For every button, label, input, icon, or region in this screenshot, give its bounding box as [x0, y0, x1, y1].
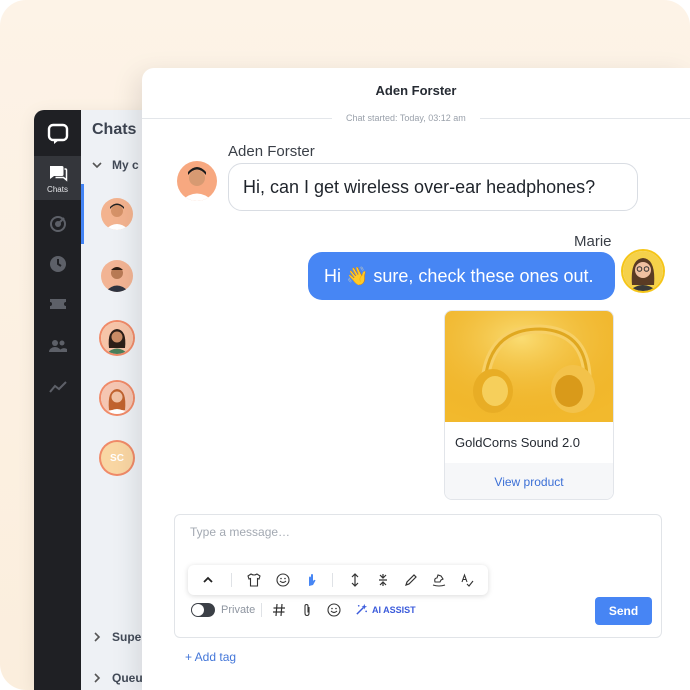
avatar: [101, 198, 133, 230]
message-composer: Type a message… Private AI ASSIST Send: [174, 514, 662, 638]
divider: [332, 573, 333, 587]
paperclip-icon: [304, 603, 310, 617]
tshirt-icon: [247, 573, 261, 587]
rocking-horse-icon: [432, 574, 446, 587]
private-toggle[interactable]: [191, 603, 215, 617]
product-button[interactable]: [244, 570, 264, 590]
smiley-icon: [327, 603, 341, 617]
smiley-icon: [276, 573, 290, 587]
divider-line: [479, 117, 690, 119]
section-queued-label: Queu: [112, 671, 143, 685]
chat-started-divider: Chat started: Today, 03:12 am: [142, 110, 690, 126]
formatting-toolbar: [188, 565, 488, 595]
ai-assist-button[interactable]: AI ASSIST: [355, 603, 416, 616]
chevron-right-icon: [94, 632, 101, 642]
clock-icon: [49, 256, 66, 272]
nav-tickets[interactable]: [34, 282, 81, 326]
collapse-vertical-icon: [379, 574, 387, 586]
divider: [231, 573, 232, 587]
attach-button[interactable]: [299, 602, 315, 618]
ticket-icon: [49, 299, 66, 309]
avatar-initials-text: SC: [110, 452, 124, 464]
chat-header-title: Aden Forster: [375, 82, 457, 98]
nav-team[interactable]: [34, 324, 81, 368]
canned-response-button[interactable]: [271, 602, 287, 618]
composer-actions: Private AI ASSIST Send: [175, 595, 661, 625]
divider-line: [142, 117, 332, 119]
chat-started-text: Chat started: Today, 03:12 am: [346, 113, 466, 123]
app-logo-icon: [47, 123, 69, 144]
emoji-picker-button[interactable]: [326, 602, 342, 618]
divider: [261, 603, 262, 617]
expand-button[interactable]: [345, 570, 365, 590]
section-supervised[interactable]: Supe: [92, 630, 141, 644]
collapse-toolbar-button[interactable]: [198, 570, 218, 590]
hand-icon: [309, 574, 316, 586]
team-icon: [48, 340, 67, 352]
shorten-button[interactable]: [373, 570, 393, 590]
incoming-message: Hi, can I get wireless over-ear headphon…: [228, 163, 638, 211]
message-text: Hi, can I get wireless over-ear headphon…: [243, 176, 596, 197]
nav-history[interactable]: [34, 242, 81, 286]
chevron-up-icon: [203, 576, 213, 583]
send-button[interactable]: Send: [595, 597, 652, 625]
avatar: [101, 260, 133, 292]
avatar: [101, 322, 133, 354]
view-product-link[interactable]: View product: [445, 463, 613, 499]
product-card[interactable]: GoldCorns Sound 2.0 View product: [444, 310, 614, 500]
agent-avatar: [623, 251, 663, 291]
pen-icon: [405, 574, 417, 586]
message-input[interactable]: Type a message…: [190, 525, 290, 539]
engage-icon: [49, 216, 66, 232]
navigation-rail: Chats: [34, 110, 81, 690]
product-name: GoldCorns Sound 2.0: [455, 435, 581, 450]
private-label: Private: [221, 604, 256, 616]
chat-list-title: Chats: [92, 121, 137, 138]
section-my-chats-label: My c: [112, 158, 139, 172]
section-my-chats[interactable]: My c: [92, 158, 139, 172]
nav-engage[interactable]: [34, 202, 81, 246]
spellcheck-icon: [461, 573, 474, 587]
hashtag-icon: [273, 603, 285, 617]
rephrase-button[interactable]: [401, 570, 421, 590]
outgoing-message: Hi 👋 sure, check these ones out.: [308, 252, 615, 300]
nav-chats-label: Chats: [47, 184, 68, 194]
headphones-image: [445, 311, 613, 422]
avatar-initials: SC: [101, 442, 133, 474]
grammar-button[interactable]: [457, 570, 477, 590]
chevron-down-icon: [92, 162, 102, 169]
customer-avatar: [177, 161, 217, 201]
avatar: [101, 382, 133, 414]
emoji-button[interactable]: [273, 570, 293, 590]
chevron-right-icon: [94, 673, 101, 683]
section-queued[interactable]: Queu: [92, 671, 143, 685]
expand-vertical-icon: [351, 573, 359, 587]
message-text: Hi 👋 sure, check these ones out.: [324, 265, 594, 286]
agent-name: Marie: [574, 233, 612, 250]
nav-chats[interactable]: Chats: [34, 156, 81, 200]
ai-assist-label: AI ASSIST: [372, 604, 416, 615]
add-tag-link[interactable]: + Add tag: [185, 650, 236, 664]
section-supervised-label: Supe: [112, 630, 142, 644]
nav-reports[interactable]: [34, 365, 81, 409]
tone-button[interactable]: [301, 570, 321, 590]
analytics-icon: [48, 381, 67, 393]
casual-button[interactable]: [429, 570, 449, 590]
sender-name: Aden Forster: [228, 143, 315, 160]
chat-window: Aden Forster Chat started: Today, 03:12 …: [142, 68, 690, 690]
magic-wand-icon: [356, 603, 368, 615]
chat-bubble-icon: [49, 165, 67, 182]
